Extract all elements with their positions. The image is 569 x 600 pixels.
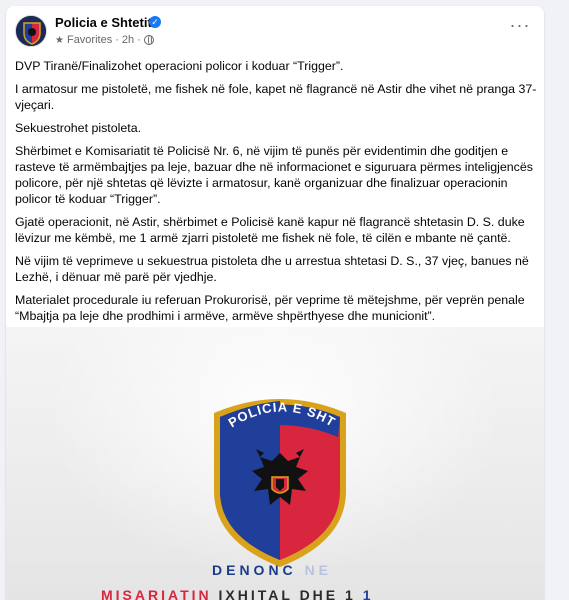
overlay-text-part: NE: [304, 562, 333, 578]
post-video[interactable]: POLICIA E SHTETIT DENONC NE MISARIATIN I…: [6, 327, 544, 600]
video-overlay-text-2: MISARIATIN IXHITAL DHE 1 1: [101, 587, 373, 600]
audience-label: Favorites: [66, 34, 113, 46]
post-card: Policia e Shtetit ✓ ★ Favorites · 2h · ·…: [6, 6, 544, 600]
verified-badge-icon: ✓: [149, 16, 161, 28]
meta-separator-2: ·: [137, 34, 141, 46]
post-paragraph: Gjatë operacionit, në Astir, shërbimet e…: [15, 215, 525, 245]
post-meta: ★ Favorites · 2h ·: [55, 34, 154, 46]
overlay-text-part: MISARIATIN: [101, 587, 212, 600]
overlay-text-part: DENONC: [212, 562, 297, 578]
overlay-text-part: 1: [362, 587, 374, 600]
post-paragraph: DVP Tiranë/Finalizohet operacioni polico…: [15, 59, 344, 73]
public-globe-icon[interactable]: [143, 35, 154, 45]
post-header: Policia e Shtetit ✓ ★ Favorites · 2h · ·…: [6, 6, 544, 54]
video-overlay-text-1: DENONC NE: [212, 562, 332, 578]
post-paragraph: Sekuestrohet pistoleta.: [15, 121, 142, 135]
favorites-star-icon: ★: [55, 34, 64, 46]
post-paragraph: Materialet procedurale iu referuan Proku…: [15, 293, 525, 323]
post-time-link[interactable]: 2h: [122, 34, 134, 46]
post-paragraph: I armatosur me pistoletë, me fishek në f…: [15, 82, 537, 112]
overlay-text-part: IXHITAL: [218, 587, 293, 600]
meta-separator: ·: [115, 34, 119, 46]
post-paragraph: Shërbimet e Komisariatit të Policisë Nr.…: [15, 144, 533, 206]
police-badge-logo: POLICIA E SHTETIT: [200, 391, 346, 567]
more-options-button[interactable]: ···: [507, 16, 533, 42]
post-body: DVP Tiranë/Finalizohet operacioni polico…: [15, 58, 537, 331]
post-paragraph: Në vijim të veprimeve u sekuestrua pisto…: [15, 254, 529, 284]
page-avatar[interactable]: [15, 15, 47, 47]
page-name-link[interactable]: Policia e Shtetit: [55, 15, 152, 30]
overlay-text-part: DHE 1: [299, 587, 356, 600]
police-shield-logo-icon: [16, 16, 46, 46]
